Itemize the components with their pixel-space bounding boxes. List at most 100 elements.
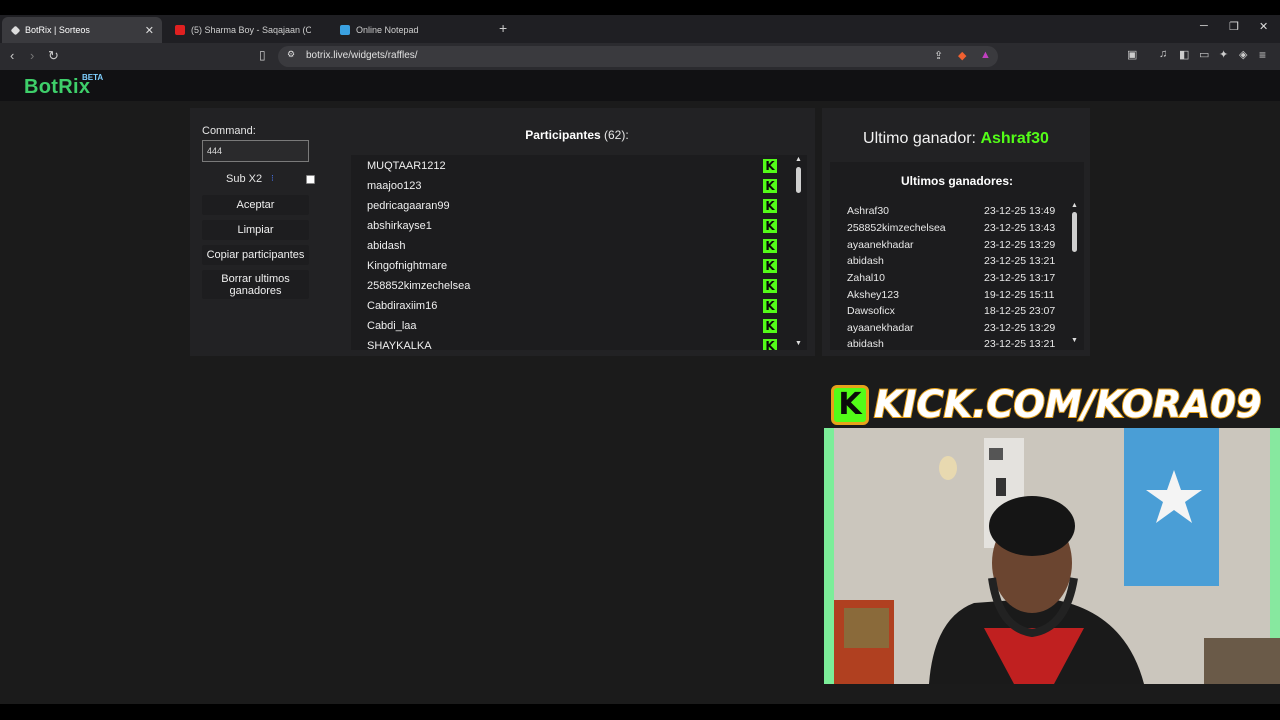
winner-date: 23-12-25 13:43	[984, 222, 1056, 234]
last-winner-label: Ultimo ganador:	[863, 130, 976, 147]
participants-label: Participantes	[525, 128, 601, 142]
list-item: Kingofnightmare	[367, 260, 448, 272]
tab-title: (5) Sharma Boy - Saqajaan (Official M	[191, 25, 311, 35]
participants-title: Participantes (62):	[352, 128, 802, 142]
last-winner-name: Ashraf30	[980, 130, 1049, 147]
beta-badge: BETA	[82, 73, 104, 82]
browser-nav-bar: ‹ › ↻ ▯ ⚙ botrix.live/widgets/raffles/ ⇪…	[0, 43, 1280, 70]
winner-name: ayaanekhadar	[847, 239, 914, 251]
video-letterbox-bottom	[0, 704, 1280, 720]
sub-x2-label: Sub X2	[226, 173, 263, 185]
scroll-up-icon[interactable]: ▲	[795, 156, 802, 163]
window-close-icon[interactable]: ✕	[1259, 20, 1268, 33]
list-item: Cabdi_laa	[367, 320, 417, 332]
scroll-up-icon[interactable]: ▲	[1071, 202, 1078, 209]
list-item: abshirkayse1	[367, 220, 432, 232]
rewards-icon[interactable]: ▲	[980, 49, 991, 61]
restore-icon[interactable]: ❐	[1229, 20, 1239, 33]
winner-date: 23-12-25 13:21	[984, 255, 1056, 267]
tab-botrix[interactable]: BotRix | Sorteos ✕	[2, 17, 162, 43]
winner-date: 23-12-25 13:21	[984, 338, 1056, 350]
tab-notepad[interactable]: Online Notepad	[330, 17, 495, 43]
wallet-icon[interactable]: ▭	[1199, 48, 1209, 61]
copy-participants-button[interactable]: Copiar participantes	[202, 245, 309, 265]
forward-icon[interactable]: ›	[30, 48, 34, 63]
kick-icon: K	[763, 179, 777, 193]
winner-date: 18-12-25 23:07	[984, 305, 1056, 317]
participants-scrollbar[interactable]: ▲ ▼	[794, 155, 804, 350]
site-settings-icon[interactable]: ⚙	[287, 49, 295, 60]
tab-title: Online Notepad	[356, 25, 419, 35]
url-text: botrix.live/widgets/raffles/	[306, 50, 418, 61]
reload-icon[interactable]: ↻	[48, 48, 59, 64]
kick-icon: K	[763, 219, 777, 233]
winners-list[interactable]: Ultimos ganadores: Ashraf30 23-12-25 13:…	[830, 162, 1084, 350]
scroll-down-icon[interactable]: ▼	[1071, 337, 1078, 344]
participants-list[interactable]: MUQTAAR1212 K maajoo123 K pedricagaaran9…	[351, 155, 807, 350]
tab-title: BotRix | Sorteos	[25, 25, 90, 35]
kick-icon: K	[763, 339, 777, 350]
winner-name: Akshey123	[847, 289, 899, 301]
sidebar-icon[interactable]: ◧	[1179, 48, 1189, 61]
kick-icon: K	[763, 239, 777, 253]
vpn-icon[interactable]: ◈	[1239, 48, 1247, 61]
participants-count: (62):	[604, 128, 629, 142]
command-label: Command:	[202, 125, 256, 137]
share-icon[interactable]: ⇪	[934, 49, 943, 62]
webcam-feed	[824, 428, 1280, 684]
video-letterbox-top	[0, 0, 1280, 15]
brave-shield-icon[interactable]: ◆	[958, 49, 966, 62]
new-tab-icon[interactable]: +	[499, 20, 507, 36]
kick-icon: K	[763, 279, 777, 293]
notepad-icon	[340, 25, 350, 35]
kick-banner: K KICK.COM/KORA09	[828, 382, 1280, 428]
browser-tab-bar: BotRix | Sorteos ✕ (5) Sharma Boy - Saqa…	[0, 15, 1280, 43]
winner-name: ayaanekhadar	[847, 322, 914, 334]
close-icon[interactable]: ✕	[145, 24, 154, 37]
clear-button[interactable]: Limpiar	[202, 220, 309, 240]
winner-name: Ashraf30	[847, 205, 890, 217]
webcam-image	[824, 428, 1280, 684]
scroll-thumb[interactable]	[796, 167, 801, 193]
address-bar[interactable]: ⚙ botrix.live/widgets/raffles/ ⇪ ◆ ▲	[278, 46, 998, 67]
winner-date: 23-12-25 13:29	[984, 322, 1056, 334]
leo-ai-icon[interactable]: ✦	[1219, 48, 1228, 61]
winner-date: 23-12-25 13:17	[984, 272, 1056, 284]
winner-name: Zahal10	[847, 272, 885, 284]
list-item: SHAYKALKA	[367, 340, 432, 350]
back-icon[interactable]: ‹	[10, 48, 14, 63]
last-winner-heading: Ultimo ganador: Ashraf30	[822, 130, 1090, 148]
list-item: maajoo123	[367, 180, 422, 192]
winners-scrollbar[interactable]: ▲ ▼	[1070, 162, 1080, 350]
kick-icon: K	[763, 159, 777, 173]
delete-winners-button[interactable]: Borrar ultimos ganadores	[202, 270, 309, 299]
list-item: pedricagaaran99	[367, 200, 450, 212]
winner-name: abidash	[847, 255, 884, 267]
site-header: BotRix BETA	[0, 70, 1280, 101]
kick-channel-text: KICK.COM/KORA09	[873, 382, 1263, 427]
kick-logo: K	[831, 385, 869, 425]
accept-button[interactable]: Aceptar	[202, 195, 309, 215]
winner-name: abidash	[847, 338, 884, 350]
youtube-icon	[175, 25, 185, 35]
tab-search-icon[interactable]: ▣	[1127, 48, 1137, 61]
minimize-icon[interactable]: ─	[1200, 20, 1208, 32]
list-item: Cabdiraxiim16	[367, 300, 438, 312]
botrix-logo[interactable]: BotRix	[24, 76, 90, 99]
bookmark-icon[interactable]: ▯	[259, 48, 266, 62]
list-item: 258852kimzechelsea	[367, 280, 471, 292]
winners-list-title: Ultimos ganadores:	[900, 174, 1014, 188]
command-input[interactable]	[202, 140, 309, 162]
scroll-down-icon[interactable]: ▼	[795, 340, 802, 347]
menu-icon[interactable]: ≡	[1259, 48, 1266, 62]
info-icon: ⁝	[271, 173, 274, 183]
sub-x2-checkbox[interactable]	[306, 175, 315, 184]
list-item: abidash	[367, 240, 406, 252]
winner-name: Dawsoficx	[847, 305, 895, 317]
music-icon[interactable]: ♫	[1159, 48, 1167, 60]
scroll-thumb[interactable]	[1072, 212, 1077, 252]
tab-youtube[interactable]: (5) Sharma Boy - Saqajaan (Official M	[165, 17, 330, 43]
list-item: MUQTAAR1212	[367, 160, 446, 172]
kick-icon: K	[763, 199, 777, 213]
winner-date: 19-12-25 15:11	[984, 289, 1055, 301]
